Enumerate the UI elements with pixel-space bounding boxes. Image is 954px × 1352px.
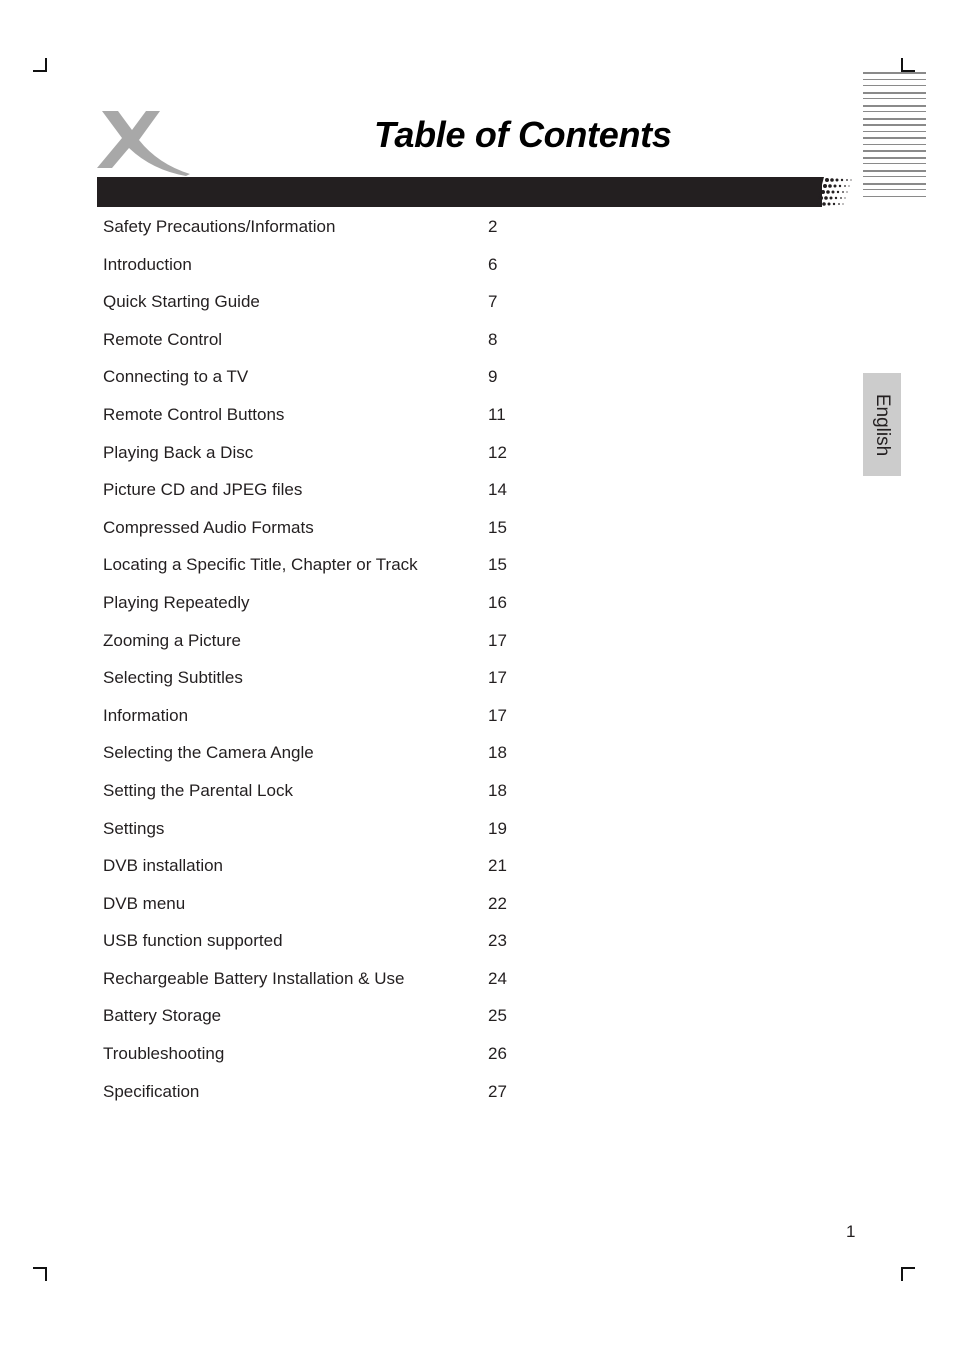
toc-entry-page: 2 — [488, 217, 498, 236]
toc-entry-page: 25 — [488, 1006, 507, 1026]
toc-entry-page: 6 — [488, 254, 498, 274]
language-tab-label: English — [872, 393, 893, 456]
toc-entry[interactable]: Remote Control 8 — [103, 326, 533, 364]
toc-entry-title: Picture CD and JPEG files — [103, 480, 303, 500]
header-bar — [97, 177, 822, 207]
toc-entry-page: 23 — [488, 931, 507, 951]
toc-entry[interactable]: Remote Control Buttons 11 — [103, 401, 533, 439]
page-title: Table of Contents — [374, 114, 672, 155]
toc-entry-page: 24 — [488, 968, 507, 988]
toc-entry-title: Setting the Parental Lock — [103, 780, 293, 800]
toc-entry-page: 21 — [488, 856, 507, 876]
toc-entry-title: Remote Control Buttons — [103, 404, 285, 424]
toc-entry[interactable]: Picture CD and JPEG files 14 — [103, 476, 533, 514]
toc-entry-title: Troubleshooting — [103, 1044, 225, 1064]
crop-mark-top-right — [901, 58, 915, 72]
toc-entry[interactable]: Rechargeable Battery Installation & Use 2… — [103, 965, 533, 1003]
toc-entry-title: Playing Repeatedly — [103, 592, 250, 612]
toc-entry-page: 12 — [488, 442, 507, 462]
toc-entry-title: Selecting Subtitles — [103, 668, 243, 688]
side-stripes-decoration — [863, 72, 926, 200]
toc-entry-title: Connecting to a TV — [103, 367, 249, 387]
toc-entry-title: Information — [103, 705, 189, 725]
toc-entry-title: Settings — [103, 818, 165, 838]
toc-entry[interactable]: Safety Precautions/Information 2 — [103, 213, 533, 251]
brand-x-logo-icon — [97, 111, 190, 176]
toc-entry[interactable]: Locating a Specific Title, Chapter or Tr… — [103, 551, 533, 589]
crop-mark-bottom-right — [901, 1267, 915, 1281]
toc-entry[interactable]: USB function supported 23 — [103, 927, 533, 965]
toc-entry-page: 26 — [488, 1044, 507, 1064]
toc-entry-page: 19 — [488, 818, 507, 838]
toc-entry-title: Safety Precautions/Information — [103, 217, 336, 236]
toc-entry[interactable]: Information 17 — [103, 702, 533, 740]
toc-entry[interactable]: Playing Repeatedly 16 — [103, 589, 533, 627]
toc-entry[interactable]: DVB installation 21 — [103, 852, 533, 890]
toc-entry-page: 27 — [488, 1081, 507, 1101]
toc-entry[interactable]: Quick Starting Guide 7 — [103, 288, 533, 326]
toc-entry-page: 17 — [488, 668, 507, 688]
halftone-dots-decoration — [812, 177, 852, 207]
toc-entry-title: DVB menu — [103, 893, 186, 913]
toc-entry-page: 18 — [488, 780, 507, 800]
toc-entry[interactable]: Introduction 6 — [103, 251, 533, 289]
toc-entry[interactable]: Troubleshooting 26 — [103, 1040, 533, 1078]
toc-entry-page: 11 — [488, 404, 506, 424]
toc-entry-page: 18 — [488, 743, 507, 763]
toc-entry-title: Playing Back a Disc — [103, 442, 254, 462]
crop-mark-top-left — [33, 58, 47, 72]
toc-entry[interactable]: Settings 19 — [103, 815, 533, 853]
toc-entry-title: Rechargeable Battery Installation & Use — [103, 968, 405, 988]
toc-entry[interactable]: Zooming a Picture 17 — [103, 627, 533, 665]
toc-entry-page: 22 — [488, 893, 507, 913]
toc-entry[interactable]: Compressed Audio Formats 15 — [103, 514, 533, 552]
toc-entry[interactable]: Selecting Subtitles 17 — [103, 664, 533, 702]
toc-entry-title: Battery Storage — [103, 1006, 222, 1026]
page-number: 1 — [846, 1222, 856, 1241]
toc-entry-title: Locating a Specific Title, Chapter or Tr… — [103, 555, 418, 575]
toc-entry[interactable]: Battery Storage 25 — [103, 1002, 533, 1040]
crop-mark-bottom-left — [33, 1267, 47, 1281]
toc-entry-title: Introduction — [103, 254, 192, 274]
language-tab: English — [863, 373, 901, 476]
toc-entry-title: DVB installation — [103, 856, 224, 876]
toc-entry-page: 14 — [488, 480, 507, 500]
toc-entry[interactable]: Setting the Parental Lock 18 — [103, 777, 533, 815]
toc-entry-title: Compressed Audio Formats — [103, 517, 314, 537]
toc-entry-title: Quick Starting Guide — [103, 292, 260, 312]
toc-entry-title: USB function supported — [103, 931, 283, 951]
toc-entry-page: 9 — [488, 367, 498, 387]
toc-entry-title: Zooming a Picture — [103, 630, 241, 650]
toc-entry[interactable]: Specification 27 — [103, 1078, 533, 1116]
toc-entry[interactable]: DVB menu 22 — [103, 890, 533, 928]
toc-entry-title: Remote Control — [103, 329, 223, 349]
toc-entry-page: 17 — [488, 705, 507, 725]
toc-entry-page: 8 — [488, 329, 498, 349]
toc-entry-page: 17 — [488, 630, 507, 650]
toc-entry-title: Specification — [103, 1081, 200, 1101]
toc-entry-page: 15 — [488, 555, 507, 575]
toc-list: Safety Precautions/Information 2 Introduct… — [103, 213, 533, 1115]
toc-entry-page: 15 — [488, 517, 507, 537]
toc-entry[interactable]: Selecting the Camera Angle 18 — [103, 739, 533, 777]
toc-entry[interactable]: Connecting to a TV 9 — [103, 363, 533, 401]
toc-entry-page: 16 — [488, 592, 507, 612]
toc-entry[interactable]: Playing Back a Disc 12 — [103, 439, 533, 477]
toc-entry-title: Selecting the Camera Angle — [103, 743, 314, 763]
toc-entry-page: 7 — [488, 292, 498, 312]
